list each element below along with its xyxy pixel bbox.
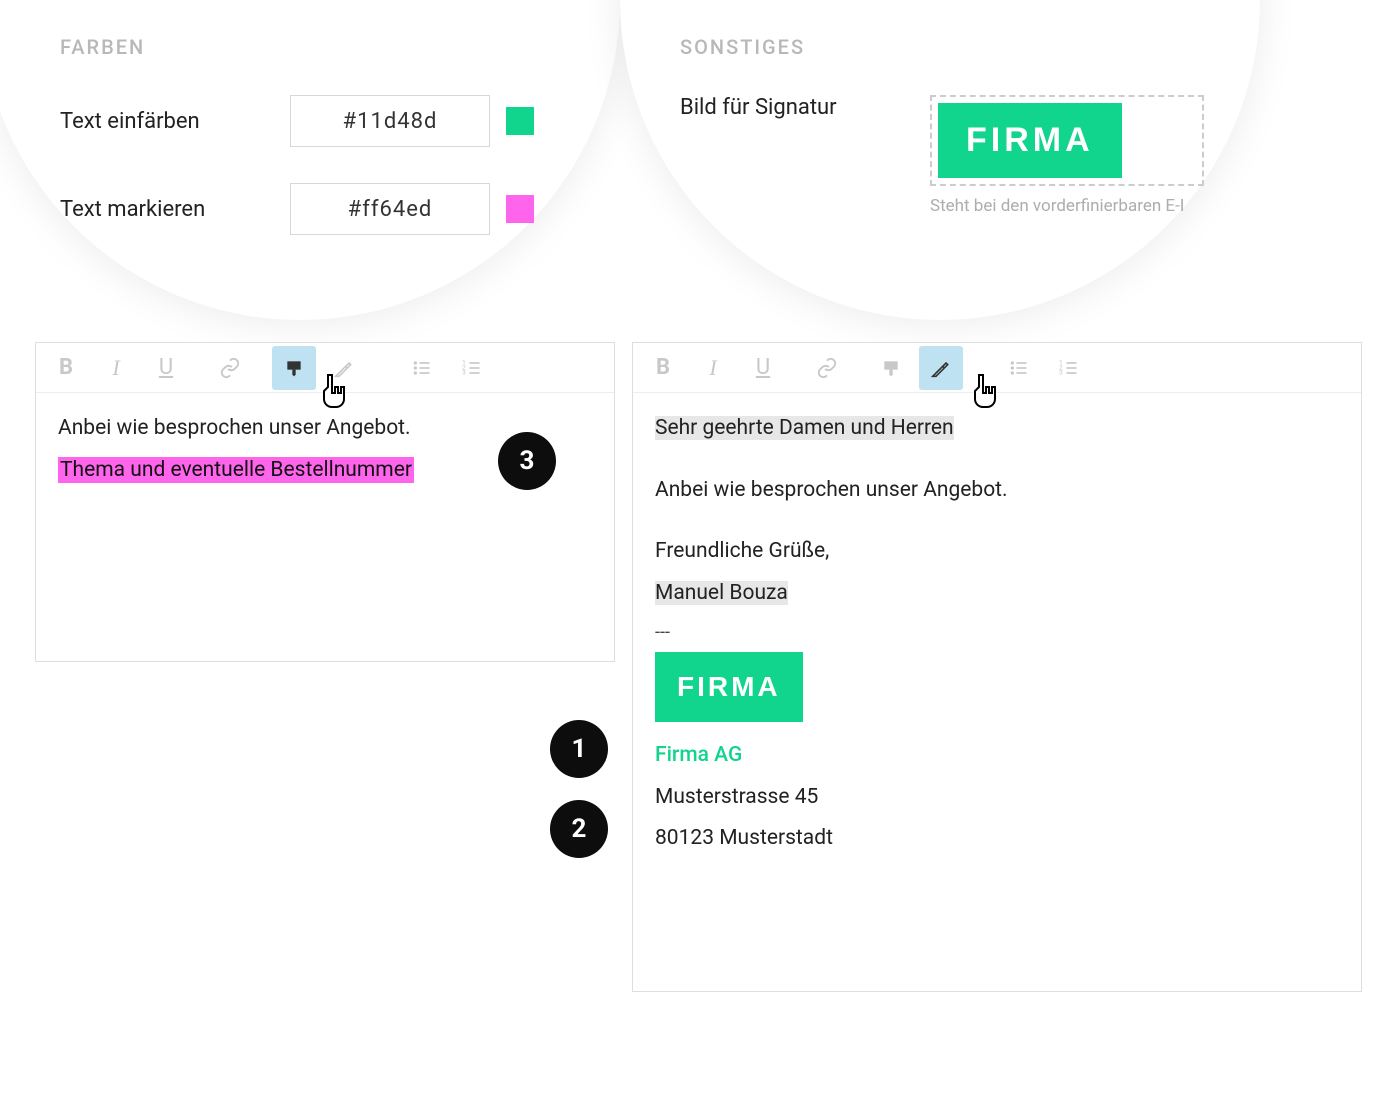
underline-button[interactable]: U — [144, 346, 188, 390]
color-row-mark: Text markieren #ff64ed — [60, 183, 580, 235]
closing-line: Freundliche Grüße, — [655, 536, 1339, 568]
bullet-list-button[interactable] — [400, 346, 444, 390]
salutation-selected: Sehr geehrte Damen und Herren — [655, 416, 954, 440]
tint-color-input[interactable]: #11d48d — [290, 95, 490, 147]
toolbar-left: B I U 123 — [36, 343, 614, 393]
annotation-badge-2: 2 — [550, 800, 608, 858]
svg-text:3: 3 — [462, 368, 466, 376]
signature-city: 80123 Musterstadt — [655, 823, 1339, 855]
colors-title: FARBEN — [60, 35, 580, 59]
highlighted-text: Thema und eventuelle Bestellnummer — [58, 457, 414, 483]
signature-logo: FIRMA — [655, 652, 803, 722]
misc-title: SONSTIGES — [680, 35, 1220, 59]
highlight-button[interactable] — [869, 346, 913, 390]
logo-upload-area[interactable]: FIRMA — [930, 95, 1204, 186]
annotation-badge-1: 1 — [550, 720, 608, 778]
logo-hint: Steht bei den vorderfinierbaren E-I — [930, 196, 1204, 216]
signature-image-row: Bild für Signatur FIRMA Steht bei den vo… — [680, 95, 1220, 216]
ordered-list-button[interactable]: 123 — [1047, 346, 1091, 390]
annotation-badge-3: 3 — [498, 432, 556, 490]
ordered-list-button[interactable]: 123 — [450, 346, 494, 390]
sender-name: Manuel Bouza — [655, 581, 788, 605]
link-button[interactable] — [805, 346, 849, 390]
text-color-button[interactable] — [322, 346, 366, 390]
colors-panel: FARBEN Text einfärben #11d48d Text marki… — [0, 0, 620, 320]
bullet-list-button[interactable] — [997, 346, 1041, 390]
tint-label: Text einfärben — [60, 109, 290, 134]
body-line: Anbei wie besprochen unser Angebot. — [655, 475, 1339, 507]
highlight-button[interactable] — [272, 346, 316, 390]
signature-divider: --- — [655, 619, 1339, 646]
misc-panel: SONSTIGES Bild für Signatur FIRMA Steht … — [620, 0, 1260, 320]
signature-street: Musterstrasse 45 — [655, 782, 1339, 814]
bold-button[interactable]: B — [641, 346, 685, 390]
underline-button[interactable]: U — [741, 346, 785, 390]
swatch-green[interactable] — [506, 107, 534, 135]
link-button[interactable] — [208, 346, 252, 390]
signature-image-label: Bild für Signatur — [680, 95, 930, 120]
signature-company: Firma AG — [655, 740, 1339, 772]
firma-logo: FIRMA — [938, 103, 1122, 178]
editor-highlight-demo: B I U 123 Anbei wie besprochen unser Ang… — [35, 342, 615, 662]
svg-text:3: 3 — [1059, 368, 1063, 376]
italic-button[interactable]: I — [691, 346, 735, 390]
color-row-tint: Text einfärben #11d48d — [60, 95, 580, 147]
editor-content-right[interactable]: Sehr geehrte Damen und Herren Anbei wie … — [633, 393, 1361, 885]
editor-textcolor-demo: B I U 123 Sehr geehrte Damen und Herren … — [632, 342, 1362, 992]
mark-label: Text markieren — [60, 197, 290, 222]
bold-button[interactable]: B — [44, 346, 88, 390]
italic-button[interactable]: I — [94, 346, 138, 390]
mark-color-input[interactable]: #ff64ed — [290, 183, 490, 235]
swatch-pink[interactable] — [506, 195, 534, 223]
text-color-button[interactable] — [919, 346, 963, 390]
toolbar-right: B I U 123 — [633, 343, 1361, 393]
